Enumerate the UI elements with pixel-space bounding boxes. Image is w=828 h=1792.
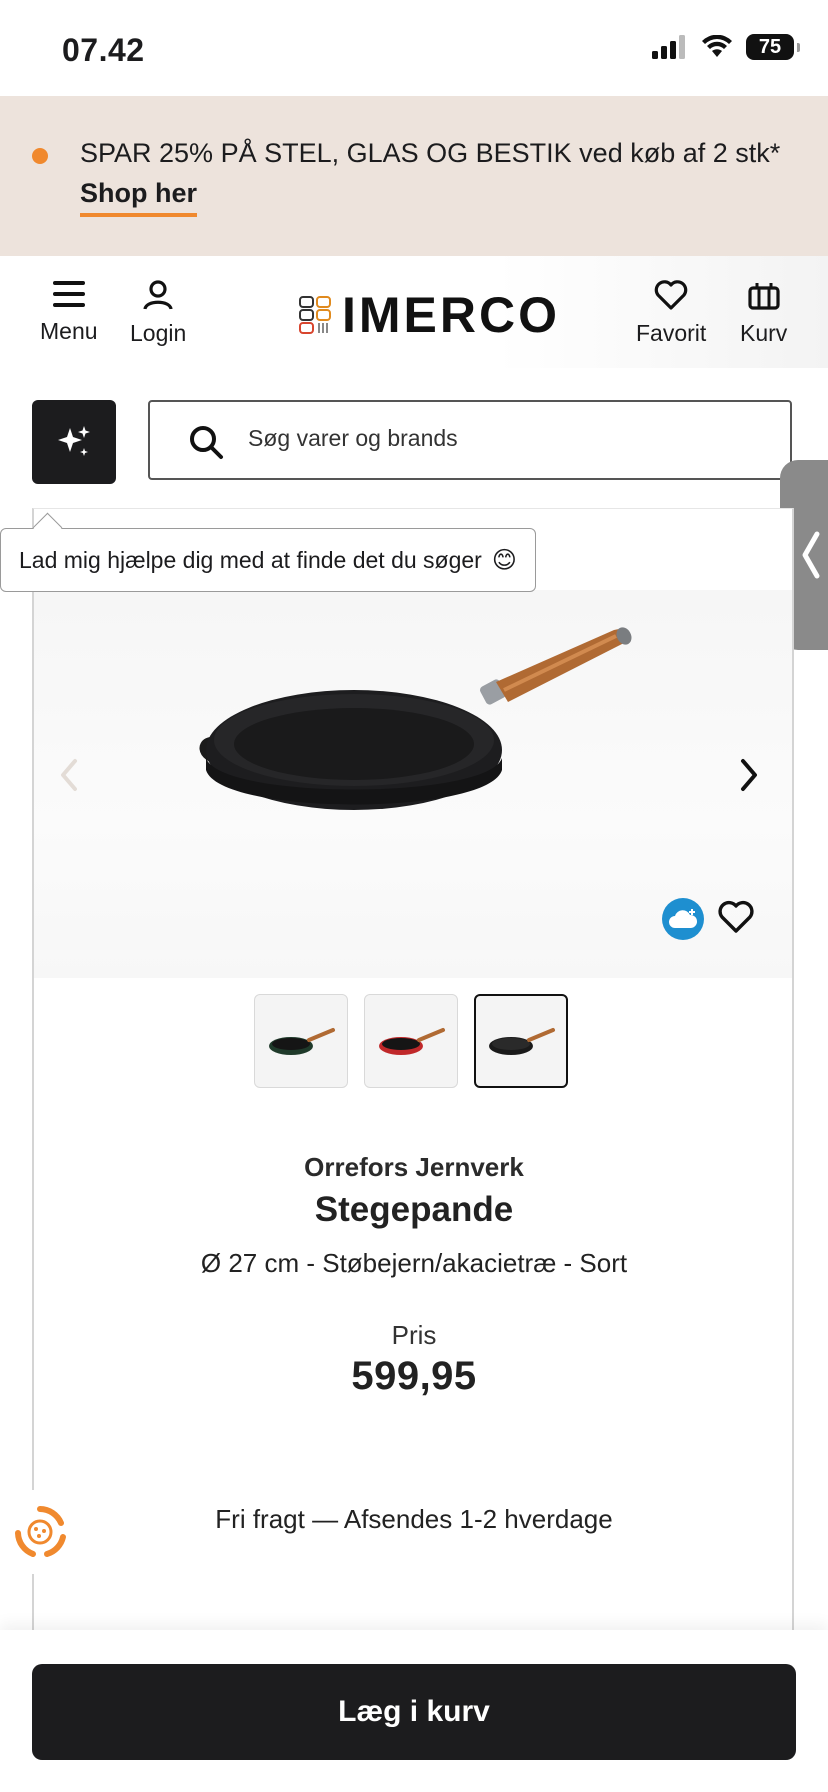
product-variant: Ø 27 cm - Støbejern/akacietræ - Sort <box>200 1248 628 1278</box>
chevron-right-icon <box>741 759 757 791</box>
recycle-spinner-icon <box>15 1506 66 1557</box>
heart-icon <box>718 900 754 933</box>
gallery-prev-button[interactable] <box>58 758 80 797</box>
menu-button[interactable]: Menu <box>40 280 98 345</box>
cellular-signal-icon <box>652 35 685 59</box>
heart-icon <box>654 280 688 310</box>
chevron-left-icon <box>802 531 820 579</box>
thumbnail-green[interactable] <box>254 994 348 1088</box>
gallery-next-button[interactable] <box>738 758 760 797</box>
search-input[interactable] <box>246 424 770 453</box>
logo-mark-icon <box>299 296 331 334</box>
promo-text: SPAR 25% PÅ STEL, GLAS OG BESTIK ved køb… <box>80 138 781 168</box>
thumbnail-strip <box>254 994 568 1088</box>
promo-banner <box>0 96 828 256</box>
search-box[interactable] <box>148 400 792 480</box>
pan-red-thumbnail <box>379 1028 445 1055</box>
assistant-tooltip[interactable]: Lad mig hjælpe dig med at finde det du s… <box>0 528 536 592</box>
hamburger-icon <box>52 281 85 307</box>
logo-text: IMERCO <box>342 287 560 343</box>
ai-assistant-button[interactable] <box>32 400 116 484</box>
product-title: Stegepande <box>314 1190 514 1229</box>
login-button[interactable]: Login <box>130 280 186 347</box>
thumbnail-red[interactable] <box>364 994 458 1088</box>
status-bar: 07.42 75 <box>0 0 828 96</box>
add-to-cart-button[interactable]: Læg i kurv <box>32 1664 796 1760</box>
status-time: 07.42 <box>62 32 145 68</box>
user-icon <box>143 280 173 310</box>
search-icon <box>190 426 223 459</box>
pan-black-thumbnail <box>489 1028 555 1055</box>
basket-icon <box>748 283 780 310</box>
login-label: Login <box>130 320 187 346</box>
promo-shop-link[interactable]: Shop her <box>80 178 198 217</box>
imerco-logo[interactable]: IMERCO <box>298 290 560 340</box>
cloud-save-button[interactable] <box>662 898 704 940</box>
status-icons: 75 <box>652 34 800 60</box>
cloud-plus-icon <box>669 909 698 928</box>
favorite-button[interactable]: Favorit <box>636 280 706 347</box>
favorite-label: Favorit <box>636 320 707 346</box>
shipping-info: Fri fragt — Afsendes 1-2 hverdage <box>215 1504 613 1534</box>
menu-label: Menu <box>40 318 98 344</box>
pan-green-thumbnail <box>269 1028 335 1055</box>
cart-label: Kurv <box>740 320 788 346</box>
chat-widget-button[interactable] <box>0 1490 80 1574</box>
promo-dot-icon <box>32 148 48 164</box>
battery-icon: 75 <box>746 34 800 60</box>
product-favorite-button[interactable] <box>718 900 754 939</box>
wifi-icon <box>702 35 732 57</box>
sparkle-icon <box>58 426 90 456</box>
price-label: Pris <box>391 1320 437 1350</box>
product-price: 599,95 <box>351 1354 477 1398</box>
smile-emoji-icon: 😊 <box>491 546 517 574</box>
chevron-left-icon <box>61 759 77 791</box>
tooltip-text: Lad mig hjælpe dig med at finde det du s… <box>19 546 482 573</box>
thumbnail-black[interactable] <box>474 994 568 1088</box>
product-brand[interactable]: Orrefors Jernverk <box>0 1152 828 1183</box>
cart-button[interactable]: Kurv <box>740 280 787 347</box>
